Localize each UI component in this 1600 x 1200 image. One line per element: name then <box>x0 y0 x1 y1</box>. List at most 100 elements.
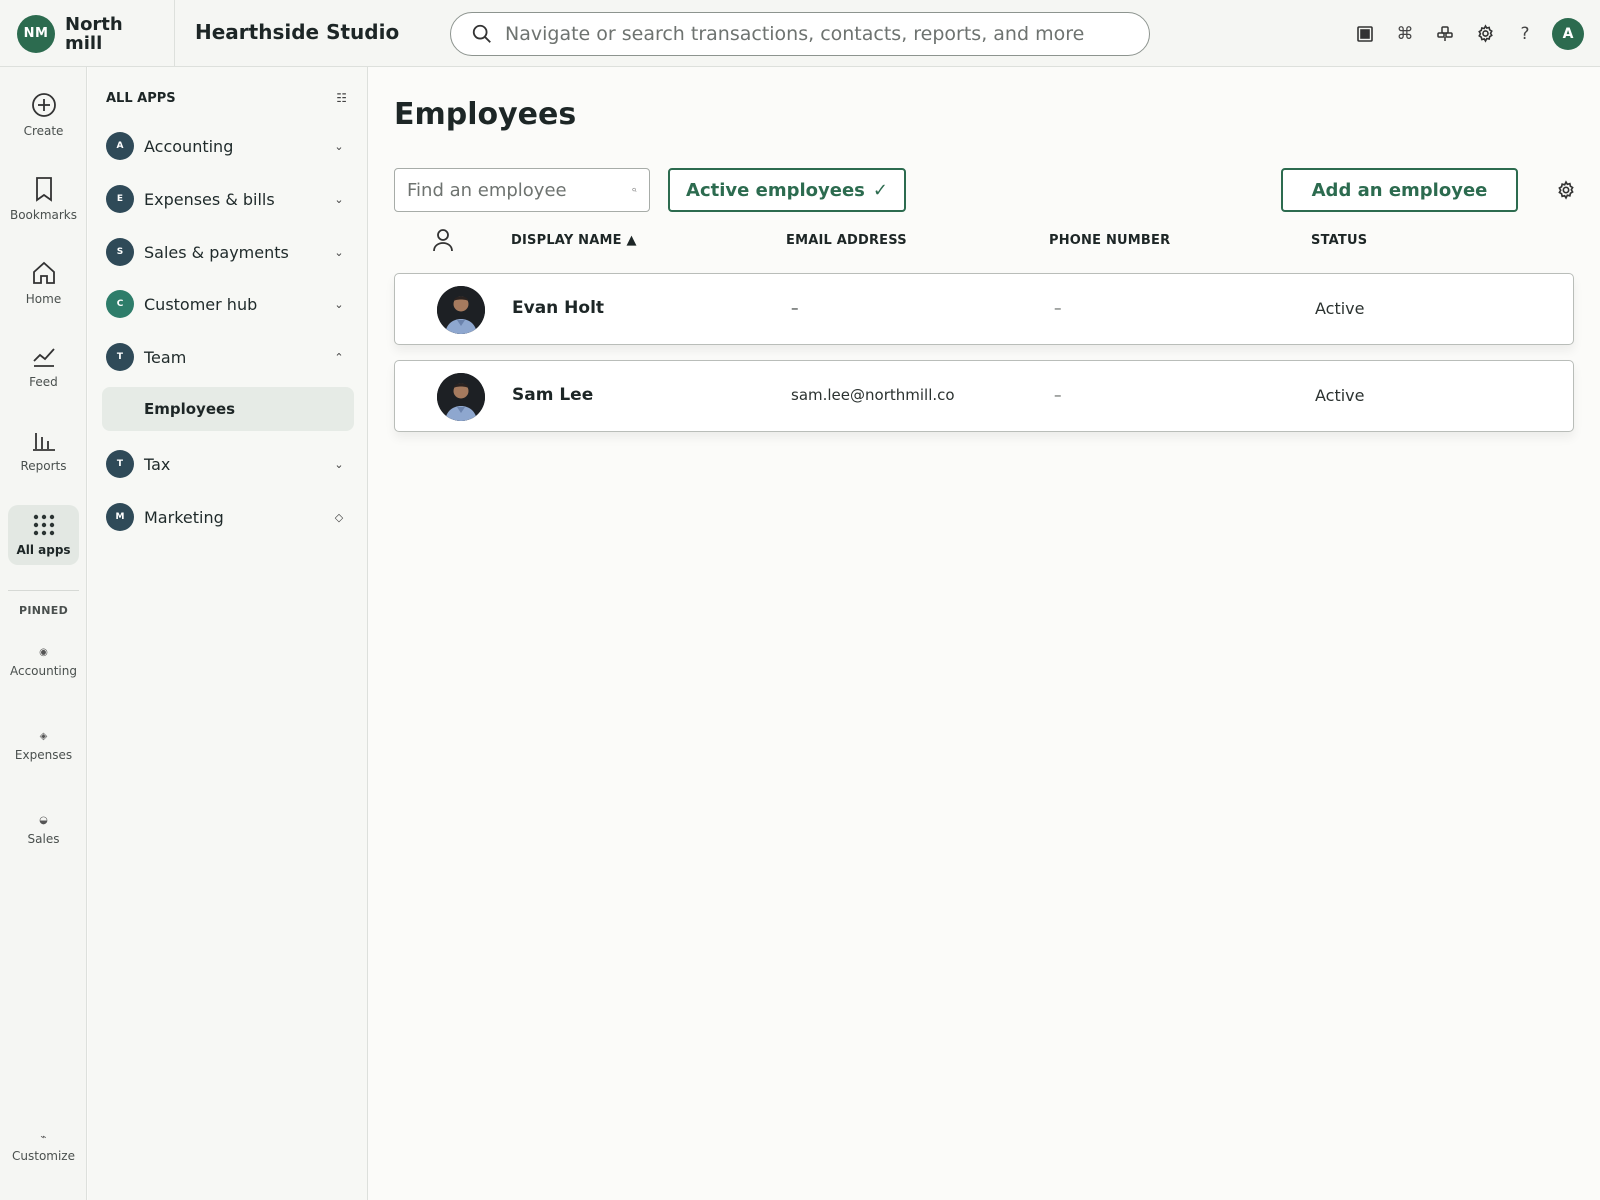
app-badge: A <box>106 132 134 160</box>
app-item-marketing[interactable]: M Marketing ◇ <box>102 495 354 539</box>
table-row[interactable]: Sam Lee sam.lee@northmill.co – Active <box>394 360 1574 432</box>
sales-pin-icon: ◒ <box>39 814 48 826</box>
rail-item-create[interactable]: Create <box>8 85 79 145</box>
pinned-label: Accounting <box>9 663 77 678</box>
employee-status: Active <box>1315 299 1365 318</box>
employee-email: – <box>791 299 799 317</box>
window-icon[interactable] <box>1352 21 1378 47</box>
employee-phone: – <box>1054 299 1062 317</box>
help-icon[interactable]: ? <box>1512 21 1538 47</box>
sub-item-employees[interactable]: Employees <box>102 387 354 431</box>
user-avatar[interactable]: A <box>1552 17 1584 50</box>
chevron-up-icon[interactable]: ⌃ <box>332 351 346 364</box>
brand[interactable]: NM North mill <box>0 0 175 67</box>
column-phone[interactable]: PHONE NUMBER <box>1049 233 1170 248</box>
add-employee-button[interactable]: Add an employee <box>1281 168 1518 212</box>
app-badge: S <box>106 238 134 266</box>
grid-icon <box>33 514 54 536</box>
app-badge: T <box>106 343 134 371</box>
app-badge: C <box>106 290 134 318</box>
employee-avatar <box>437 373 485 421</box>
expenses-pin-icon: ◈ <box>39 730 48 742</box>
employee-name[interactable]: Sam Lee <box>512 385 593 405</box>
employee-status: Active <box>1315 386 1365 405</box>
employee-search[interactable] <box>394 168 650 212</box>
rail-divider <box>8 590 79 591</box>
app-label: Marketing <box>144 507 224 527</box>
rail-label: Home <box>25 292 62 306</box>
rail-item-customize[interactable]: ⌁ Customize <box>4 1122 83 1172</box>
pinned-header: PINNED <box>18 604 68 617</box>
apps-panel: ALL APPS ☷ A Accounting ⌄ E Expenses & b… <box>88 67 368 1200</box>
app-label: Customer hub <box>144 294 258 314</box>
collapse-panel-icon[interactable]: ☷ <box>336 91 347 105</box>
left-rail: Create Bookmarks Home Feed Reports All a… <box>0 67 87 1200</box>
global-search[interactable] <box>450 12 1150 56</box>
gear-icon[interactable] <box>1472 21 1498 47</box>
pinned-item-sales[interactable]: ◒ Sales <box>4 805 83 855</box>
active-employees-filter[interactable]: Active employees ✓ <box>668 168 906 212</box>
brand-logo: NM <box>17 14 55 53</box>
chevron-down-icon[interactable]: ⌄ <box>332 140 346 153</box>
apps-header: ALL APPS <box>106 91 176 106</box>
brand-name: North mill <box>65 13 123 54</box>
person-icon <box>432 228 454 256</box>
app-badge: E <box>106 185 134 213</box>
feed-icon <box>32 348 55 367</box>
top-icons: ⌘ ? A <box>1352 0 1584 67</box>
rail-item-bookmarks[interactable]: Bookmarks <box>8 169 79 229</box>
search-icon <box>472 24 491 43</box>
app-item-expenses-bills[interactable]: E Expenses & bills ⌄ <box>102 177 354 221</box>
rail-item-reports[interactable]: Reports <box>8 421 79 481</box>
apps-hub-icon[interactable] <box>1432 21 1458 47</box>
app-label: Sales & payments <box>144 242 289 262</box>
column-email[interactable]: EMAIL ADDRESS <box>786 233 907 248</box>
bookmark-icon <box>35 177 52 202</box>
rail-label: Bookmarks <box>9 208 78 222</box>
employee-search-input[interactable] <box>407 179 632 201</box>
company-name: Hearthside Studio <box>195 20 400 44</box>
top-bar: NM North mill Hearthside Studio ⌘ ? A <box>0 0 1600 67</box>
column-status[interactable]: STATUS <box>1311 233 1367 248</box>
column-display-name[interactable]: DISPLAY NAME ▲ <box>511 233 637 248</box>
diamond-icon[interactable]: ◇ <box>332 511 346 524</box>
app-item-accounting[interactable]: A Accounting ⌄ <box>102 124 354 168</box>
chevron-down-icon[interactable]: ⌄ <box>332 458 346 471</box>
app-item-team[interactable]: T Team ⌃ <box>102 335 354 379</box>
app-label: Team <box>144 347 187 367</box>
table-settings-gear-icon[interactable] <box>1553 177 1579 203</box>
chevron-down-icon[interactable]: ⌄ <box>332 298 346 311</box>
pinned-label: Expenses <box>14 747 73 762</box>
app-label: Expenses & bills <box>144 189 275 209</box>
rail-label: All apps <box>16 543 71 557</box>
main-content: Employees Active employees ✓ Add an empl… <box>369 67 1600 1200</box>
rail-item-all-apps[interactable]: All apps <box>8 505 79 565</box>
global-search-input[interactable] <box>505 23 1149 45</box>
app-badge: M <box>106 503 134 531</box>
customize-icon: ⌁ <box>40 1131 47 1143</box>
page-title: Employees <box>394 97 577 132</box>
pinned-item-accounting[interactable]: ◉ Accounting <box>4 637 83 687</box>
command-icon[interactable]: ⌘ <box>1392 21 1418 47</box>
app-badge: T <box>106 450 134 478</box>
rail-label: Feed <box>29 375 58 389</box>
check-icon: ✓ <box>872 179 888 201</box>
chevron-down-icon[interactable]: ⌄ <box>332 246 346 259</box>
app-item-tax[interactable]: T Tax ⌄ <box>102 442 354 486</box>
rail-item-home[interactable]: Home <box>8 253 79 313</box>
customize-label: Customize <box>12 1148 75 1163</box>
table-row[interactable]: Evan Holt – – Active <box>394 273 1574 345</box>
search-icon <box>632 187 637 193</box>
rail-label: Reports <box>20 459 67 473</box>
employee-phone: – <box>1054 386 1062 404</box>
plus-circle-icon <box>31 93 56 117</box>
app-item-customer-hub[interactable]: C Customer hub ⌄ <box>102 282 354 326</box>
employee-name[interactable]: Evan Holt <box>512 298 604 318</box>
app-item-sales-payments[interactable]: S Sales & payments ⌄ <box>102 230 354 274</box>
rail-item-feed[interactable]: Feed <box>8 337 79 397</box>
reports-icon <box>32 433 55 451</box>
accounting-pin-icon: ◉ <box>39 646 48 658</box>
chevron-down-icon[interactable]: ⌄ <box>332 193 346 206</box>
home-icon <box>32 261 55 284</box>
pinned-item-expenses[interactable]: ◈ Expenses <box>4 721 83 771</box>
